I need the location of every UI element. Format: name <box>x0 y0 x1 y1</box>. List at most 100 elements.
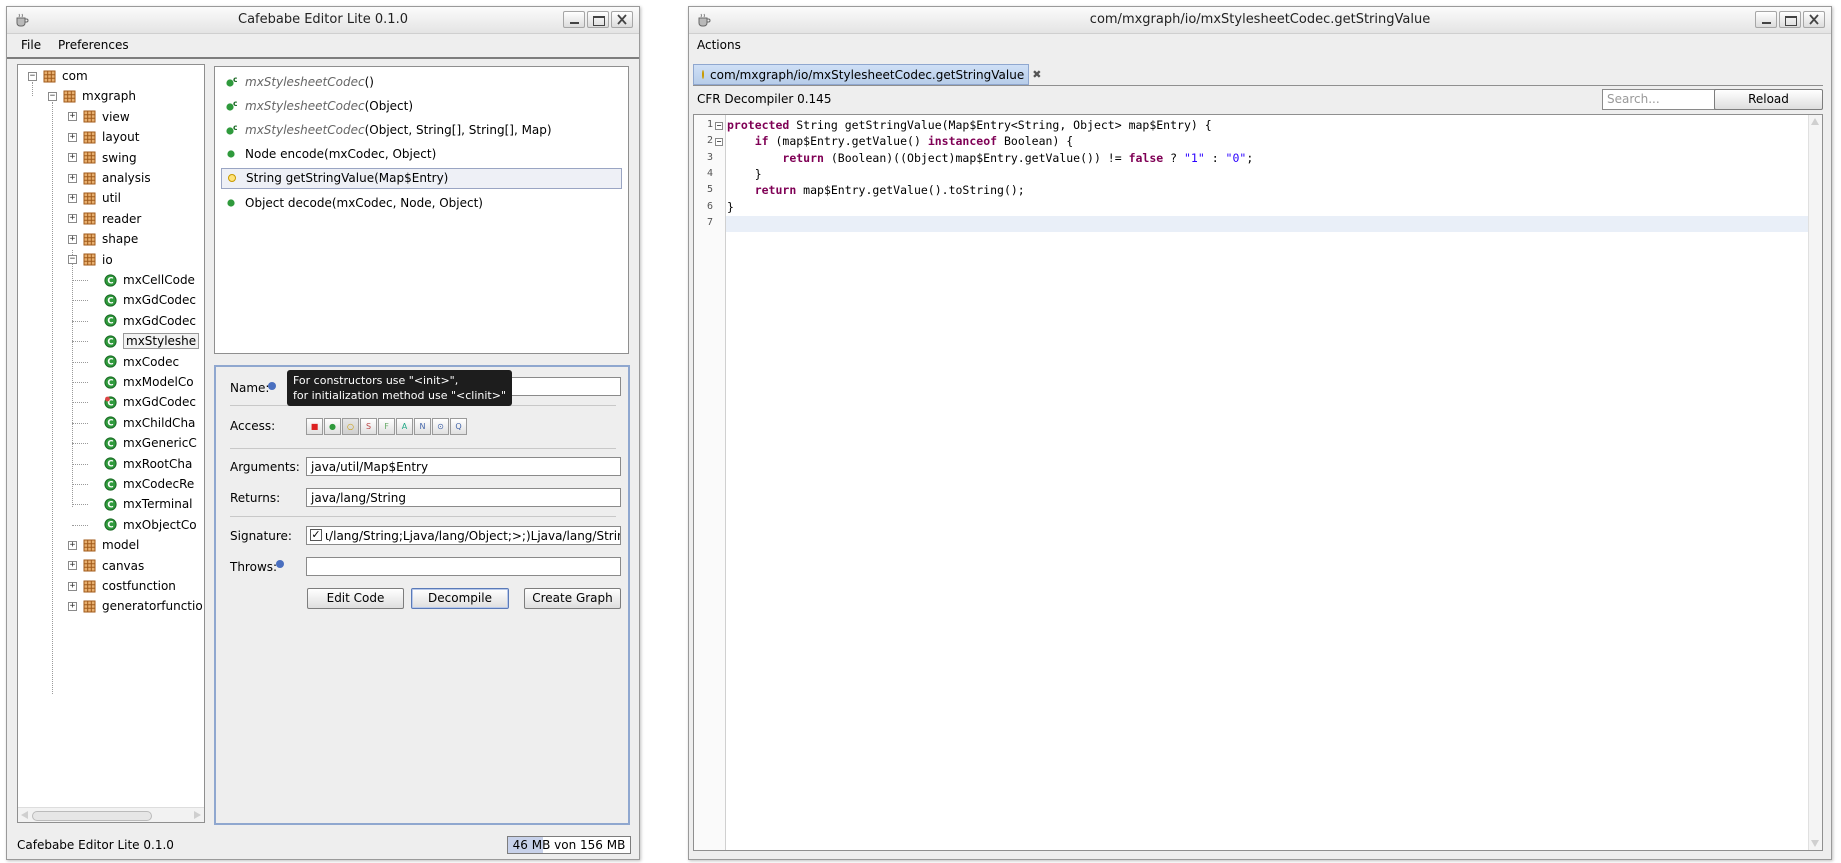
memory-indicator[interactable]: 46 MB von 156 MB <box>507 836 631 854</box>
access-toggle[interactable]: S <box>360 418 377 435</box>
scroll-left-arrow-icon[interactable] <box>21 811 28 819</box>
edit-code-button[interactable]: Edit Code <box>307 588 404 609</box>
access-toggle[interactable]: Q <box>450 418 467 435</box>
maximize-button[interactable] <box>1779 11 1801 28</box>
scroll-right-arrow-icon[interactable] <box>194 811 201 819</box>
tree-node-class[interactable]: CmxRootCha <box>104 454 192 474</box>
access-toggle[interactable]: ○ <box>342 418 359 435</box>
tree-node-class[interactable]: CmxObjectCo <box>104 515 197 535</box>
minimize-button[interactable] <box>1755 11 1777 28</box>
tree-expander-icon[interactable]: + <box>68 234 77 244</box>
tree-node-costfunction[interactable]: + costfunction <box>68 576 176 596</box>
throws-field[interactable] <box>306 557 621 576</box>
editor-titlebar[interactable]: Cafebabe Editor Lite 0.1.0 <box>7 7 639 34</box>
class-tree[interactable]: − com − mxgraph + view + layout + swing + analysis +… <box>17 64 205 823</box>
tab-close-icon[interactable]: ✖ <box>1032 68 1041 81</box>
close-button[interactable] <box>611 11 633 28</box>
code-line[interactable]: } <box>727 167 762 183</box>
method-item[interactable]: String getStringValue(Map$Entry) <box>221 167 622 189</box>
tree-node-util[interactable]: + util <box>68 188 121 208</box>
fold-toggle-icon[interactable]: − <box>715 138 723 147</box>
close-button[interactable] <box>1803 11 1825 28</box>
tree-expander-icon[interactable]: + <box>68 561 77 571</box>
method-splitter[interactable] <box>214 357 629 362</box>
tree-expander-icon[interactable]: + <box>68 112 77 122</box>
code-line[interactable]: return map$Entry.getValue().toString(); <box>727 183 1025 199</box>
tree-node-mxgraph[interactable]: − mxgraph <box>48 86 136 106</box>
tree-expander-icon[interactable]: + <box>68 173 77 183</box>
tree-node-view[interactable]: + view <box>68 107 130 127</box>
tree-expander-icon[interactable]: − <box>68 255 77 265</box>
tree-node-generatorfunctio[interactable]: + generatorfunctio <box>68 596 203 616</box>
tree-node-class[interactable]: CmxGdCodec <box>104 311 196 331</box>
tree-expander-icon[interactable]: + <box>68 601 77 611</box>
tree-node-model[interactable]: + model <box>68 535 139 555</box>
signature-checkbox[interactable]: ✓ <box>310 529 322 541</box>
reload-button[interactable]: Reload <box>1714 89 1823 110</box>
maximize-button[interactable] <box>587 11 609 28</box>
access-toggle[interactable]: ● <box>324 418 341 435</box>
tree-expander-icon[interactable]: − <box>48 91 57 101</box>
decompile-button[interactable]: Decompile <box>411 588 509 609</box>
returns-field[interactable]: java/lang/String <box>306 488 621 507</box>
tree-expander-icon[interactable]: + <box>68 581 77 591</box>
create-graph-button[interactable]: Create Graph <box>524 588 621 609</box>
tree-node-analysis[interactable]: + analysis <box>68 168 151 188</box>
menu-actions[interactable]: Actions <box>697 38 741 52</box>
scroll-up-arrow-icon[interactable] <box>1811 118 1819 125</box>
method-item[interactable]: c mxStylesheetCodec() <box>221 71 622 92</box>
tree-node-class[interactable]: CmxCodec <box>104 352 179 372</box>
tree-expander-icon[interactable]: + <box>68 153 77 163</box>
arguments-field[interactable]: java/util/Map$Entry <box>306 457 621 476</box>
tree-node-class[interactable]: CmxStyleshe <box>104 331 200 351</box>
method-item[interactable]: Node encode(mxCodec, Object) <box>221 144 622 165</box>
code-line[interactable]: if (map$Entry.getValue() instanceof Bool… <box>727 134 1074 150</box>
tab-getstringvalue[interactable]: com/mxgraph/io/mxStylesheetCodec.getStri… <box>693 64 1041 85</box>
tree-node-class[interactable]: CmxCodecRe <box>104 474 194 494</box>
code-line[interactable]: } <box>727 200 734 216</box>
tree-node-class[interactable]: CmxGdCodec <box>104 290 196 310</box>
fold-toggle-icon[interactable]: − <box>715 122 723 130</box>
tree-node-com[interactable]: − com <box>28 66 88 86</box>
method-item[interactable]: c mxStylesheetCodec (Object) <box>221 95 622 116</box>
access-toggle[interactable]: ⊙ <box>432 418 449 435</box>
tree-node-canvas[interactable]: + canvas <box>68 556 144 576</box>
code-line[interactable]: return (Boolean)((Object)map$Entry.getVa… <box>727 151 1253 167</box>
tree-node-class[interactable]: CmxGdCodec <box>104 392 196 412</box>
scroll-down-arrow-icon[interactable] <box>1811 840 1819 847</box>
name-info-icon[interactable] <box>268 382 276 390</box>
access-toggle[interactable]: A <box>396 418 413 435</box>
tree-node-swing[interactable]: + swing <box>68 148 137 168</box>
access-toggle[interactable]: F <box>378 418 395 435</box>
tree-horizontal-scrollbar[interactable] <box>18 807 204 822</box>
tree-node-layout[interactable]: + layout <box>68 127 139 147</box>
menu-file[interactable]: File <box>21 38 41 52</box>
code-line[interactable]: protected String getStringValue(Map$Entr… <box>727 118 1212 134</box>
menu-preferences[interactable]: Preferences <box>58 38 129 52</box>
method-item[interactable]: c mxStylesheetCodec (Object, String[], Str… <box>221 119 622 140</box>
decompiler-titlebar[interactable]: com/mxgraph/io/mxStylesheetCodec.getStri… <box>689 7 1831 34</box>
throws-info-icon[interactable] <box>276 560 284 568</box>
tree-expander-icon[interactable]: + <box>68 214 77 224</box>
tree-node-class[interactable]: CmxGenericC <box>104 433 197 453</box>
tree-expander-icon[interactable]: + <box>68 132 77 142</box>
tree-node-io[interactable]: − io <box>68 250 113 270</box>
method-item[interactable]: Object decode(mxCodec, Node, Object) <box>221 192 622 213</box>
tree-node-class[interactable]: CmxTerminal <box>104 494 193 514</box>
signature-field[interactable]: ✓ ι/lang/String;Ljava/lang/Object;>;)Lja… <box>306 526 621 545</box>
access-toggle[interactable]: ■ <box>306 418 323 435</box>
tree-node-class[interactable]: CmxModelCo <box>104 372 194 392</box>
code-view[interactable]: 1− protected String getStringValue(Map$En… <box>693 114 1823 851</box>
minimize-button[interactable] <box>563 11 585 28</box>
tree-node-reader[interactable]: + reader <box>68 209 141 229</box>
tree-node-class[interactable]: CmxChildCha <box>104 413 195 433</box>
vertical-scrollbar[interactable] <box>1808 115 1822 850</box>
tree-node-class[interactable]: CmxCellCode <box>104 270 195 290</box>
tree-expander-icon[interactable]: − <box>28 71 37 81</box>
method-list[interactable]: c mxStylesheetCodec() c mxStylesheetCodec (O… <box>214 66 629 354</box>
tree-expander-icon[interactable]: + <box>68 193 77 203</box>
tree-node-shape[interactable]: + shape <box>68 229 138 249</box>
tree-expander-icon[interactable]: + <box>68 540 77 550</box>
access-toggle[interactable]: N <box>414 418 431 435</box>
scrollbar-thumb[interactable] <box>32 811 152 821</box>
